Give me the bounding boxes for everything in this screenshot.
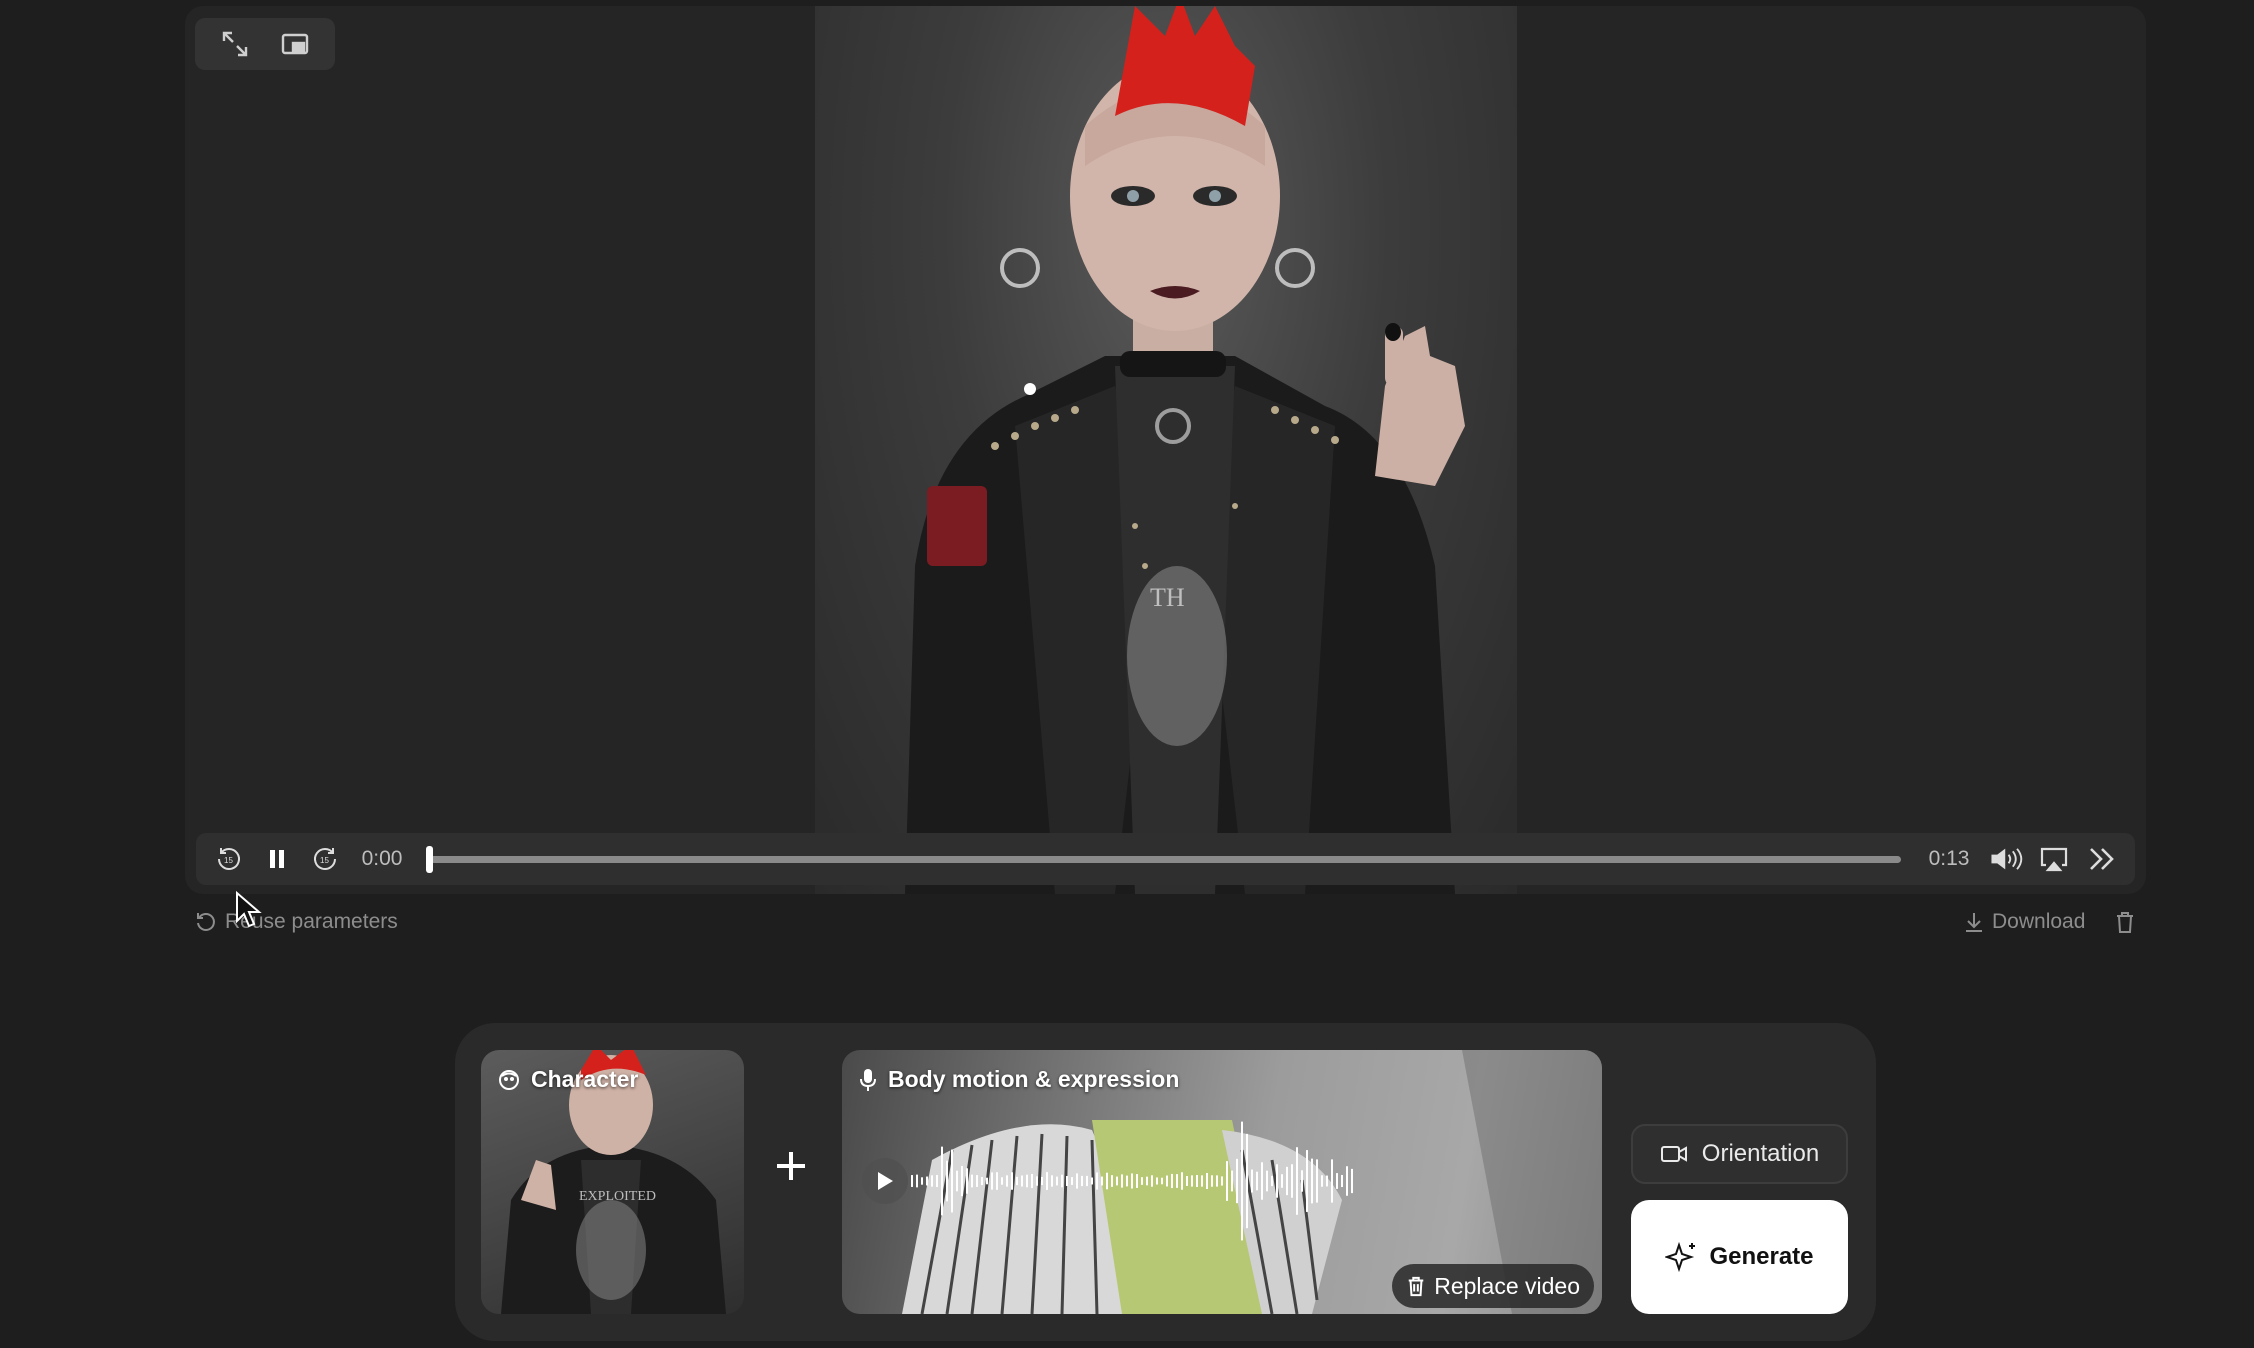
- replace-video-label: Replace video: [1434, 1272, 1580, 1299]
- svg-text:15: 15: [224, 856, 233, 865]
- volume-icon[interactable]: [1989, 842, 2023, 876]
- download-button[interactable]: Download: [1964, 910, 2085, 934]
- reuse-parameters-button[interactable]: Reuse parameters: [195, 910, 398, 934]
- generation-composer: EXPLOITED Character Body motion & expres…: [455, 1023, 1876, 1341]
- delete-button[interactable]: [2114, 910, 2136, 934]
- trash-icon: [2117, 912, 2133, 933]
- punk-portrait-image: TH: [905, 6, 1465, 894]
- body-motion-label: Body motion & expression: [888, 1066, 1180, 1092]
- playback-speed-icon[interactable]: [2085, 842, 2119, 876]
- orientation-button[interactable]: Orientation: [1631, 1124, 1848, 1184]
- mouse-cursor-icon: [236, 890, 262, 928]
- svg-text:TH: TH: [1150, 583, 1185, 612]
- video-player: TH 15 15 0:00 0:13: [185, 6, 2146, 894]
- expand-icon[interactable]: [217, 26, 253, 62]
- plus-icon: [777, 1152, 805, 1180]
- body-motion-card[interactable]: Body motion & expression Replace video: [842, 1050, 1602, 1314]
- video-frame[interactable]: TH: [815, 6, 1517, 894]
- microphone-icon: [860, 1068, 876, 1091]
- playback-controls: 15 15 0:00 0:13: [196, 833, 2135, 885]
- download-label: Download: [1992, 910, 2086, 933]
- progress-slider[interactable]: [426, 845, 1901, 873]
- orientation-label: Orientation: [1701, 1140, 1820, 1167]
- rewind-15-icon[interactable]: 15: [212, 842, 246, 876]
- character-label: Character: [531, 1066, 639, 1092]
- face-icon: [499, 1069, 519, 1090]
- character-title: Character: [497, 1066, 638, 1093]
- pause-icon[interactable]: [260, 842, 294, 876]
- progress-knob[interactable]: [426, 845, 433, 873]
- forward-15-icon[interactable]: 15: [308, 842, 342, 876]
- refresh-icon: [197, 913, 215, 931]
- current-time: 0:00: [361, 847, 403, 870]
- video-camera-icon: [1660, 1146, 1687, 1162]
- character-card[interactable]: EXPLOITED Character: [481, 1050, 744, 1314]
- thumbnail-shirt-text: EXPLOITED: [579, 1189, 656, 1204]
- body-motion-title: Body motion & expression: [858, 1066, 1179, 1093]
- top-left-toolbar: [195, 18, 335, 70]
- airplay-icon[interactable]: [2037, 842, 2071, 876]
- picture-in-picture-icon[interactable]: [277, 26, 313, 62]
- play-button[interactable]: [862, 1158, 908, 1204]
- play-icon: [878, 1172, 893, 1190]
- svg-text:15: 15: [320, 856, 329, 865]
- download-icon: [1966, 913, 1982, 932]
- total-time: 0:13: [1928, 847, 1970, 870]
- replace-video-button[interactable]: Replace video: [1392, 1264, 1594, 1308]
- sparkle-icon: [1665, 1241, 1696, 1273]
- generate-label: Generate: [1709, 1243, 1814, 1270]
- generate-button[interactable]: Generate: [1631, 1200, 1848, 1314]
- trash-icon: [1408, 1276, 1424, 1297]
